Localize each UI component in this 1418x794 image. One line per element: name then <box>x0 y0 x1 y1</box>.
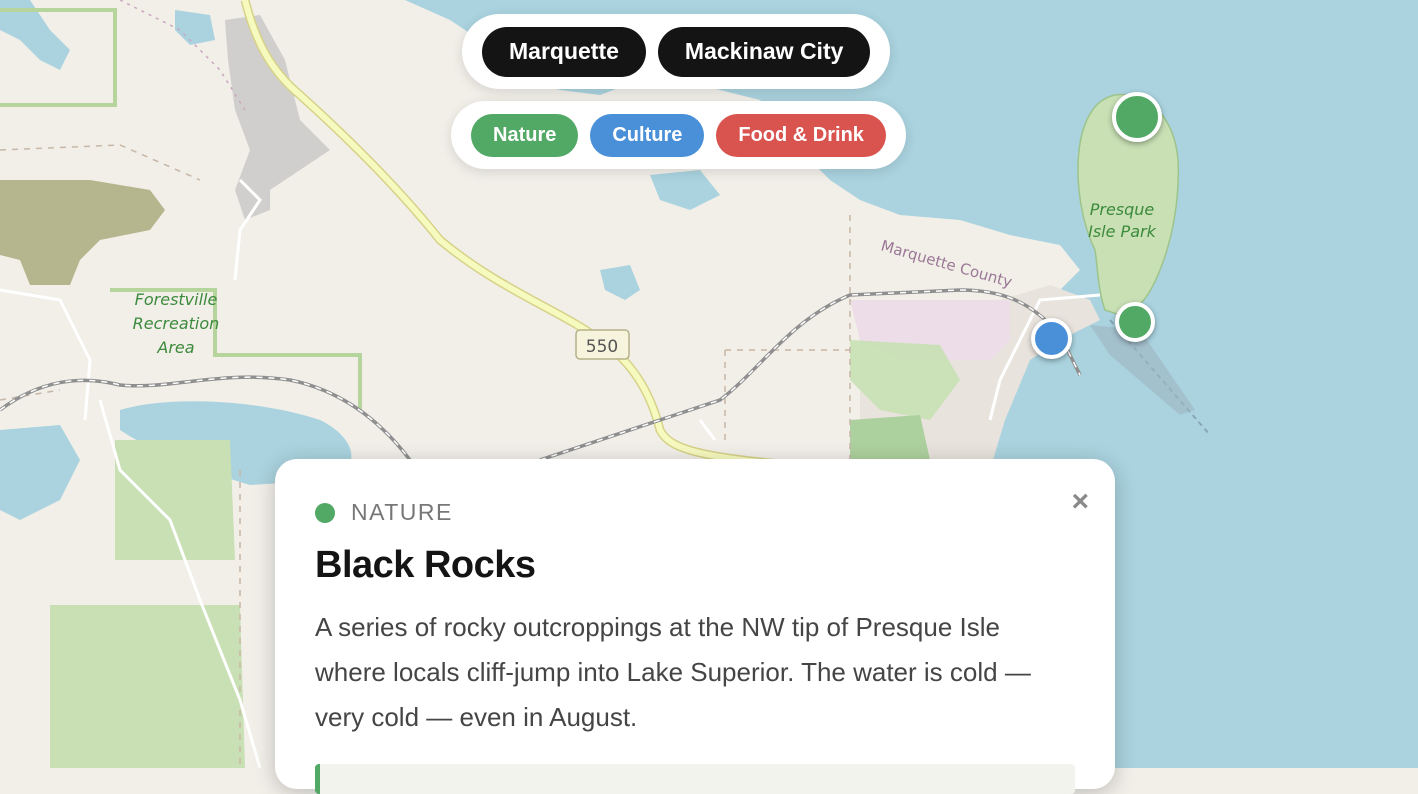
card-category-row: Nature <box>315 499 1075 526</box>
label-forestville: Forestville <box>135 290 218 309</box>
label-presque-isle-2: Isle Park <box>1088 222 1156 241</box>
recreation-area <box>115 440 235 560</box>
card-title: Black Rocks <box>315 544 536 586</box>
highway-shield-label: 550 <box>586 337 618 357</box>
place-info-card: × Nature Black Rocks A series of rocky o… <box>275 459 1115 794</box>
city-button-mackinaw-city[interactable]: Mackinaw City <box>657 26 871 77</box>
card-category-label: Nature <box>351 499 453 525</box>
map-marker-nature[interactable] <box>1112 92 1162 142</box>
card-tip-block <box>315 764 1075 794</box>
map-marker-culture[interactable] <box>1031 318 1072 359</box>
category-filter: Nature Culture Food & Drink <box>451 101 906 169</box>
city-selector: Marquette Mackinaw City <box>462 14 891 89</box>
recreation-area-south <box>50 605 245 768</box>
label-presque-isle-1: Presque <box>1090 200 1155 219</box>
label-recreation: Recreation <box>133 314 220 333</box>
filter-food-drink-button[interactable]: Food & Drink <box>716 113 886 157</box>
close-icon[interactable]: × <box>1071 485 1089 519</box>
park-patch <box>850 415 930 460</box>
card-description: A series of rocky outcroppings at the NW… <box>315 612 1031 732</box>
category-dot-icon <box>315 502 335 523</box>
filter-culture-button[interactable]: Culture <box>590 113 705 157</box>
label-area: Area <box>156 338 194 357</box>
map-marker-nature[interactable] <box>1115 302 1155 342</box>
filter-nature-button[interactable]: Nature <box>471 113 579 157</box>
city-button-marquette[interactable]: Marquette <box>482 26 646 77</box>
